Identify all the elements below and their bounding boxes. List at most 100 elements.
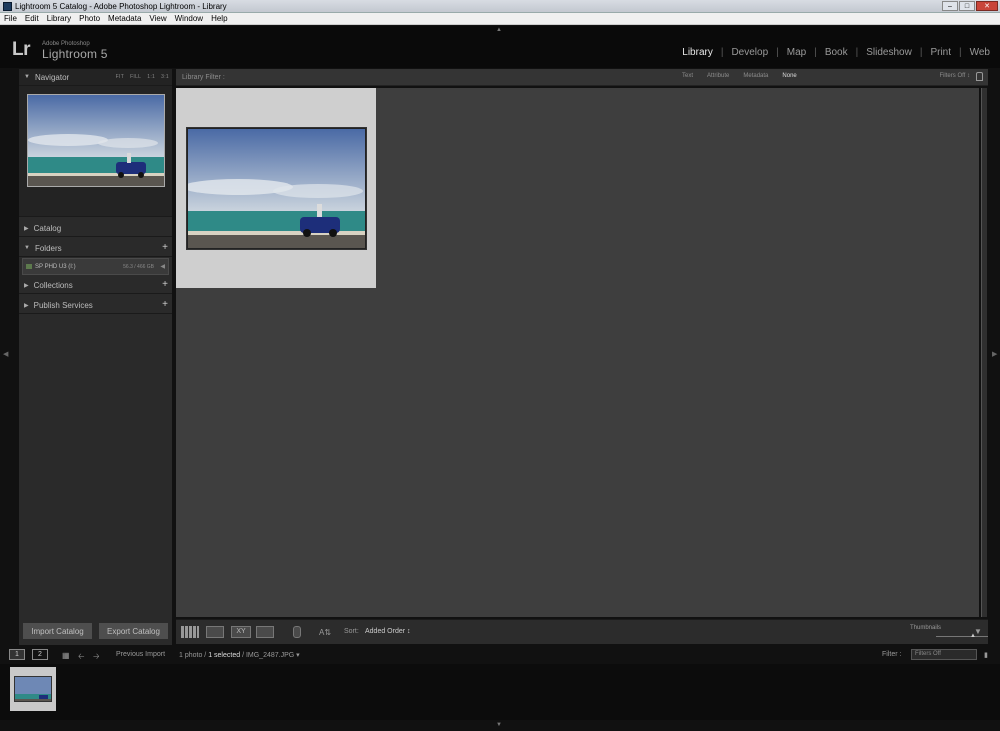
grid-view xyxy=(176,88,979,617)
library-toolbar: XY A⇅ Sort: Added Order ↕ Thumbnails ▲ ▼ xyxy=(176,619,988,644)
loupe-view-icon[interactable] xyxy=(206,626,224,638)
add-folder-icon[interactable]: + xyxy=(162,242,168,253)
catalog-header[interactable]: ▶ Catalog xyxy=(19,220,172,237)
menu-metadata[interactable]: Metadata xyxy=(104,13,145,24)
navigator-zoom-options: FIT FILL 1:1 3:1 xyxy=(116,74,169,80)
top-panel-toggle-icon[interactable]: ▲ xyxy=(496,27,502,33)
module-library[interactable]: Library xyxy=(682,47,713,58)
export-catalog-button[interactable]: Export Catalog xyxy=(98,622,169,640)
module-map[interactable]: Map xyxy=(787,47,806,58)
grid-cell-selected[interactable] xyxy=(176,88,376,288)
grid-scrollbar[interactable] xyxy=(981,88,987,617)
navigator-preview[interactable] xyxy=(27,94,165,187)
module-develop[interactable]: Develop xyxy=(731,47,768,58)
filmstrip-filter-select[interactable]: Filters Off xyxy=(911,649,977,660)
filter-presets-dropdown[interactable]: Filters Off ↕ xyxy=(939,73,970,79)
add-collection-icon[interactable]: + xyxy=(162,279,168,290)
module-book[interactable]: Book xyxy=(825,47,848,58)
maximize-button[interactable]: □ xyxy=(959,1,975,11)
photo-count-text: 1 photo / 1 selected / IMG_2487.JPG ▾ xyxy=(179,651,300,659)
module-separator: | xyxy=(959,47,962,58)
publish-services-header[interactable]: ▶ Publish Services + xyxy=(19,297,172,314)
filter-tab-metadata[interactable]: Metadata xyxy=(743,73,768,79)
module-separator: | xyxy=(919,47,923,58)
zoom-1-1[interactable]: 1:1 xyxy=(147,74,155,80)
brand-name: Lightroom 5 xyxy=(42,47,108,61)
left-panel-toggle-icon[interactable]: ◀ xyxy=(3,350,8,358)
module-separator: | xyxy=(720,47,724,58)
menu-file[interactable]: File xyxy=(0,13,21,24)
close-button[interactable]: ✕ xyxy=(976,1,998,11)
grid-view-icon[interactable] xyxy=(181,626,199,638)
lock-icon[interactable] xyxy=(976,72,983,81)
zoom-fit[interactable]: FIT xyxy=(116,74,124,80)
expanded-triangle-icon: ▼ xyxy=(24,245,30,251)
folders-label: Folders xyxy=(34,243,62,253)
sort-direction-icon[interactable]: A⇅ xyxy=(319,628,331,637)
menu-help[interactable]: Help xyxy=(207,13,231,24)
filmstrip xyxy=(0,664,1000,720)
photo-image xyxy=(188,129,365,248)
menu-library[interactable]: Library xyxy=(43,13,75,24)
thumbnails-label: Thumbnails xyxy=(910,625,942,631)
catalog-label: Catalog xyxy=(33,223,62,233)
drive-name: SP PHD U3 (I:) xyxy=(35,263,76,270)
monitor-2-button[interactable]: 2 xyxy=(32,649,48,660)
module-print[interactable]: Print xyxy=(930,47,951,58)
minimize-button[interactable]: – xyxy=(942,1,958,11)
left-panel: ▼ Navigator FIT FILL 1:1 3:1 ▶ Catalog ▼… xyxy=(19,69,172,645)
selected-filename[interactable]: / IMG_2487.JPG ▾ xyxy=(240,652,300,659)
sort-dropdown[interactable]: Added Order ↕ xyxy=(365,628,411,635)
grid-icon[interactable]: ▦ xyxy=(62,651,70,660)
navigator-header[interactable]: ▼ Navigator FIT FILL 1:1 3:1 xyxy=(19,69,172,86)
menu-view[interactable]: View xyxy=(145,13,170,24)
folders-header[interactable]: ▼ Folders + xyxy=(19,240,172,257)
compare-view-icon[interactable]: XY xyxy=(231,626,251,638)
collections-label: Collections xyxy=(33,280,73,290)
collapse-arrow-icon[interactable]: ◀ xyxy=(160,263,165,270)
menu-window[interactable]: Window xyxy=(171,13,207,24)
module-separator: | xyxy=(814,47,817,58)
lr-logo: Lr xyxy=(12,39,31,60)
collapsed-triangle-icon: ▶ xyxy=(24,282,29,289)
sort-label: Sort: xyxy=(344,628,359,635)
zoom-fill[interactable]: FILL xyxy=(130,74,141,80)
import-catalog-button[interactable]: Import Catalog xyxy=(22,622,93,640)
window-title: Lightroom 5 Catalog - Adobe Photoshop Li… xyxy=(15,1,227,11)
filter-tab-attribute[interactable]: Attribute xyxy=(707,73,729,79)
expanded-triangle-icon: ▼ xyxy=(24,74,30,80)
thumbnail-size-slider[interactable] xyxy=(936,636,988,637)
source-label[interactable]: Previous Import xyxy=(116,651,165,658)
add-publish-service-icon[interactable]: + xyxy=(162,299,168,310)
toolbar-menu-icon[interactable]: ▼ xyxy=(974,627,982,636)
filter-lock-icon[interactable]: ▮ xyxy=(984,651,988,659)
filmstrip-thumbnail[interactable] xyxy=(10,667,56,711)
back-arrow-icon[interactable]: 🡠 xyxy=(78,651,84,665)
menu-photo[interactable]: Photo xyxy=(75,13,104,24)
filmstrip-photo xyxy=(14,676,52,702)
filter-tab-text[interactable]: Text xyxy=(682,73,693,79)
survey-view-icon[interactable] xyxy=(256,626,274,638)
menu-edit[interactable]: Edit xyxy=(21,13,43,24)
zoom-3-1[interactable]: 3:1 xyxy=(161,74,169,80)
painter-icon[interactable] xyxy=(293,626,301,638)
right-panel-toggle-icon[interactable]: ▶ xyxy=(992,350,997,358)
monitor-1-button[interactable]: 1 xyxy=(9,649,25,660)
module-separator: | xyxy=(776,47,779,58)
folder-volume-row[interactable]: SP PHD U3 (I:) 56.3 / 466 GB ◀ xyxy=(22,258,169,275)
filter-tabs: Text Attribute Metadata None xyxy=(682,73,797,79)
left-panel-buttons: Import Catalog Export Catalog xyxy=(19,617,172,645)
navigator-panel: ▼ Navigator FIT FILL 1:1 3:1 xyxy=(19,69,172,217)
photo-thumbnail[interactable] xyxy=(186,127,367,250)
module-web[interactable]: Web xyxy=(970,47,990,58)
filter-tab-none[interactable]: None xyxy=(782,73,796,79)
menu-bar: File Edit Library Photo Metadata View Wi… xyxy=(0,13,1000,25)
window-controls: – □ ✕ xyxy=(942,1,998,11)
collections-header[interactable]: ▶ Collections + xyxy=(19,277,172,294)
identity-plate: ▲ Lr Adobe Photoshop Lightroom 5 Library… xyxy=(0,26,1000,68)
forward-arrow-icon[interactable]: 🡢 xyxy=(93,651,100,665)
bottom-panel-toggle-icon[interactable]: ▼ xyxy=(496,722,502,728)
module-slideshow[interactable]: Slideshow xyxy=(866,47,912,58)
drive-icon xyxy=(26,264,32,269)
module-picker: Library | Develop | Map | Book | Slidesh… xyxy=(682,47,990,58)
